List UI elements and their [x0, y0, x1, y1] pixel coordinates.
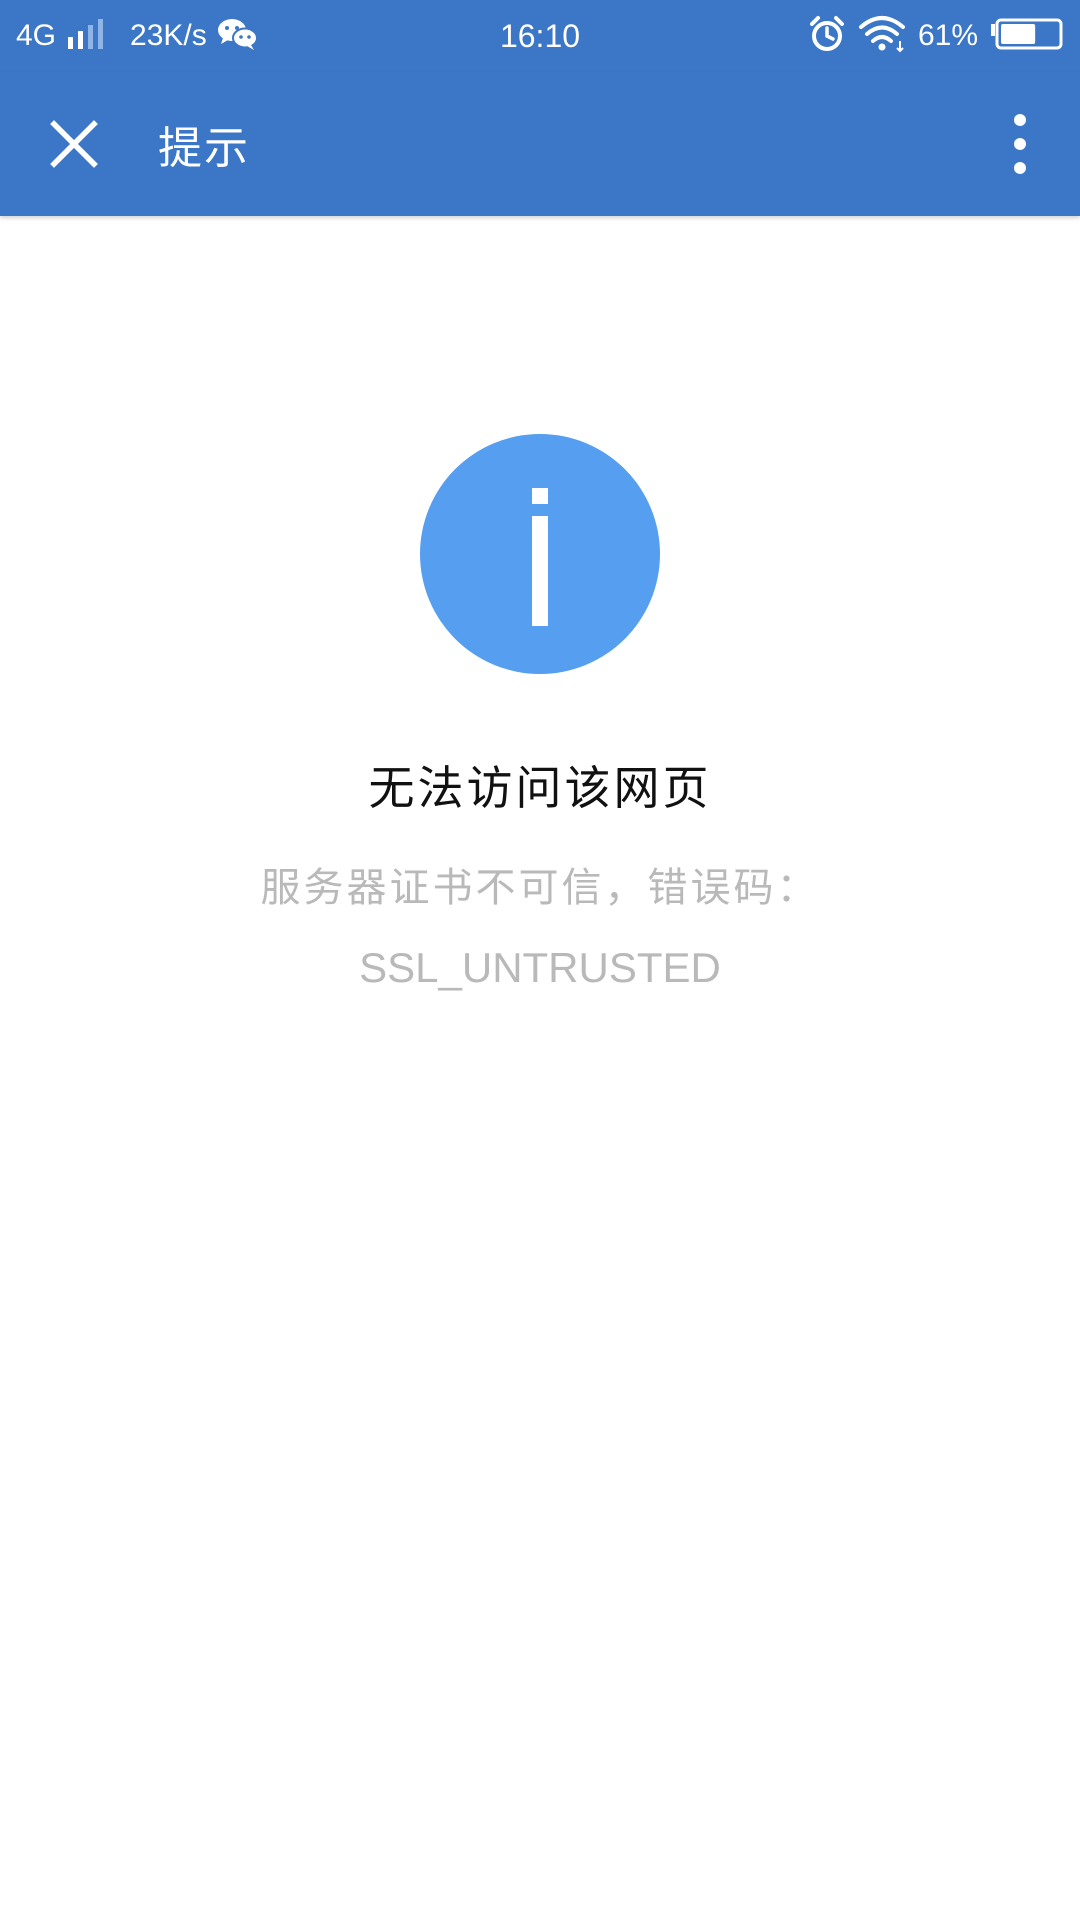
alarm-icon [808, 15, 846, 57]
network-speed: 23K/s [130, 19, 207, 52]
status-bar-left: 4G 23K/s [16, 0, 259, 72]
error-message: 服务器证书不可信，错误码： SSL_UNTRUSTED [0, 848, 1080, 1008]
error-title: 无法访问该网页 [368, 761, 712, 815]
battery-icon [990, 17, 1064, 55]
more-options-button[interactable] [988, 100, 1052, 188]
status-bar: 4G 23K/s 16:10 61% [0, 0, 1080, 72]
network-type: 4G [16, 19, 57, 52]
status-bar-right: 61% [808, 0, 1064, 72]
close-button[interactable] [30, 100, 118, 188]
wechat-icon [217, 16, 259, 56]
webview-error-screen: 4G 23K/s 16:10 61% 提示 无法访问该网页 服务器证书不可信，错… [0, 0, 1080, 1920]
battery-percentage: 61% [917, 19, 978, 52]
page-title: 提示 [158, 123, 250, 174]
app-bar: 提示 [0, 72, 1080, 216]
close-icon [50, 120, 98, 168]
info-icon [420, 434, 660, 674]
error-code: SSL_UNTRUSTED [359, 944, 721, 991]
clock: 16:10 [499, 18, 581, 54]
wifi-icon [858, 15, 906, 57]
signal-icon [66, 17, 110, 55]
error-description: 服务器证书不可信，错误码： [260, 865, 820, 911]
more-vertical-icon [1014, 114, 1026, 174]
